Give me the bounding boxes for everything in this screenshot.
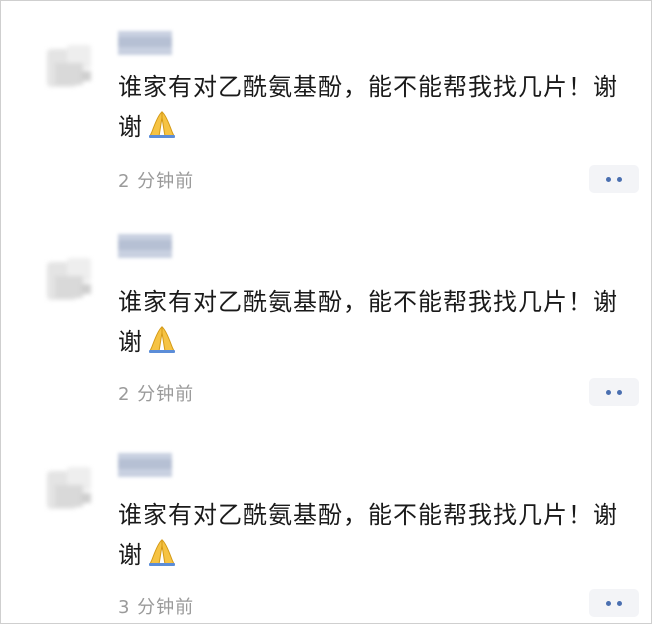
comment-item: 谁家有对乙酰氨基酚，能不能帮我找几片！谢谢 2 分钟前 <box>1 214 651 427</box>
avatar[interactable] <box>47 45 95 93</box>
more-dot-icon <box>606 389 611 395</box>
more-options-button[interactable] <box>589 589 639 617</box>
comment-text-content: 谁家有对乙酰氨基酚，能不能帮我找几片！谢谢 <box>118 288 618 356</box>
more-options-button[interactable] <box>589 165 639 193</box>
comment-text: 谁家有对乙酰氨基酚，能不能帮我找几片！谢谢 <box>118 495 618 575</box>
comment-time: 2 分钟前 <box>118 171 195 192</box>
comment-text-content: 谁家有对乙酰氨基酚，能不能帮我找几片！谢谢 <box>118 501 618 569</box>
avatar[interactable] <box>47 258 95 306</box>
more-dot-icon <box>617 176 622 182</box>
more-dot-icon <box>606 176 611 182</box>
comment-item: 谁家有对乙酰氨基酚，能不能帮我找几片！谢谢 3 分钟前 <box>1 427 651 623</box>
more-dot-icon <box>606 600 611 606</box>
comment-text: 谁家有对乙酰氨基酚，能不能帮我找几片！谢谢 <box>118 282 618 362</box>
comment-time: 3 分钟前 <box>118 597 195 618</box>
username-blurred[interactable] <box>118 31 172 55</box>
username-blurred[interactable] <box>118 453 172 477</box>
more-dot-icon <box>617 389 622 395</box>
avatar[interactable] <box>47 467 95 515</box>
folded-hands-icon <box>149 111 175 138</box>
folded-hands-icon <box>149 539 175 566</box>
comment-text-content: 谁家有对乙酰氨基酚，能不能帮我找几片！谢谢 <box>118 73 618 141</box>
more-dot-icon <box>617 600 622 606</box>
comment-item: 谁家有对乙酰氨基酚，能不能帮我找几片！谢谢 2 分钟前 <box>1 1 651 214</box>
comment-text: 谁家有对乙酰氨基酚，能不能帮我找几片！谢谢 <box>118 67 618 147</box>
comment-list: 谁家有对乙酰氨基酚，能不能帮我找几片！谢谢 2 分钟前 谁家有对乙酰氨基酚，能不… <box>0 0 652 624</box>
comment-time: 2 分钟前 <box>118 384 195 405</box>
more-options-button[interactable] <box>589 378 639 406</box>
username-blurred[interactable] <box>118 234 172 258</box>
folded-hands-icon <box>149 326 175 353</box>
